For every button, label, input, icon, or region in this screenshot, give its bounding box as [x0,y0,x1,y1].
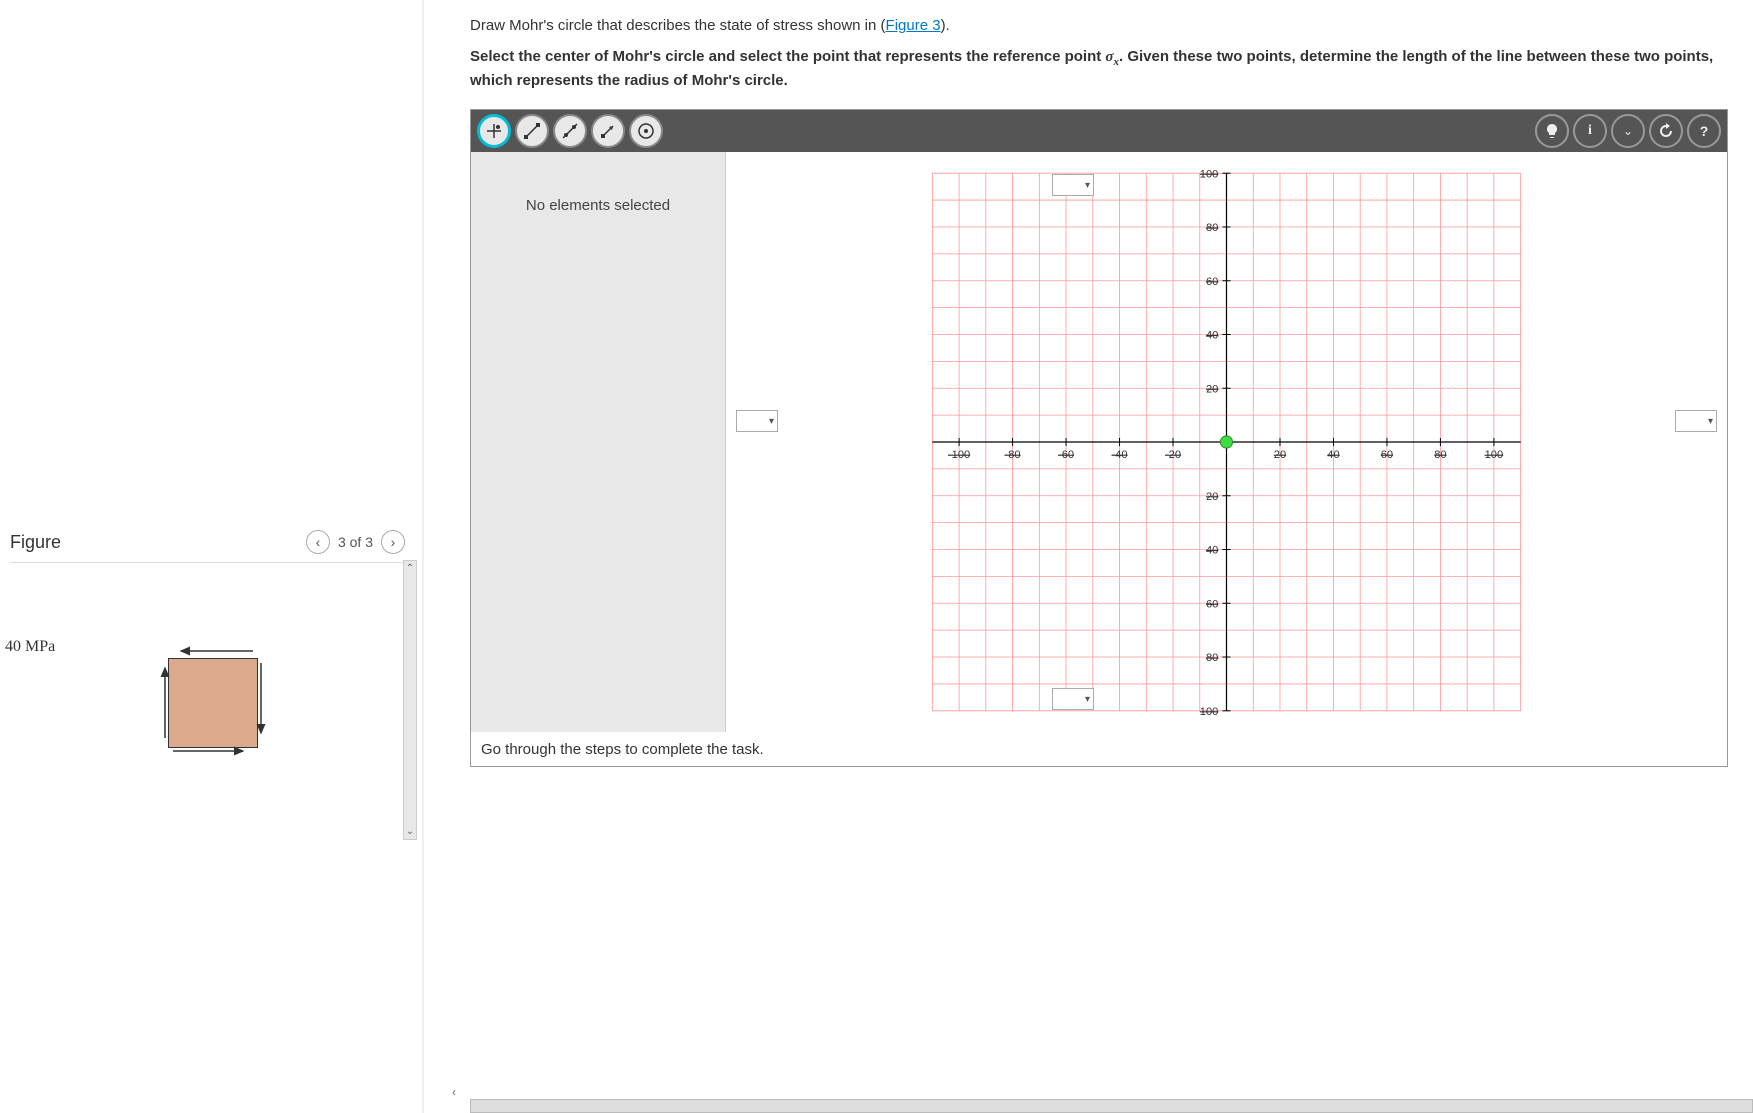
add-line-tool[interactable] [553,114,587,148]
x-left-dropdown[interactable] [736,410,778,432]
collapse-button[interactable]: ‹ [452,1085,456,1099]
svg-text:100: 100 [1200,706,1219,718]
svg-text:80: 80 [1206,222,1218,234]
svg-text:80: 80 [1206,652,1218,664]
svg-text:20: 20 [1206,491,1218,503]
bold-instruction: Select the center of Mohr's circle and s… [470,46,1728,91]
svg-text:-100: -100 [948,450,970,462]
add-vector-tool[interactable] [591,114,625,148]
hint-icon[interactable] [1535,114,1569,148]
figure-link[interactable]: Figure 3 [886,17,941,34]
svg-text:60: 60 [1206,276,1218,288]
figure-title: Figure [10,532,61,553]
add-point-tool[interactable] [477,114,511,148]
left-tool-group [477,114,663,148]
mohr-graph[interactable]: -100 -80 -60 -40 -20 20 40 60 80 100 100 80 60 40 20 20… [732,158,1721,726]
svg-text:-80: -80 [1005,450,1021,462]
left-panel: Figure ‹ 3 of 3 › 40 MPa [0,0,425,1113]
bottom-scrollbar[interactable] [470,1099,1753,1113]
add-circle-tool[interactable] [629,114,663,148]
svg-text:100: 100 [1200,169,1219,181]
stress-arrows [143,633,283,763]
svg-text:40: 40 [1206,330,1218,342]
instruction-text: Draw Mohr's circle that describes the st… [470,15,1728,36]
workspace: No elements selected -100 -80 -60 -40 -20 20 4… [471,152,1727,732]
figure-next-button[interactable]: › [381,530,405,554]
hint-text: Go through the steps to complete the tas… [481,741,764,758]
help-icon[interactable]: ? [1687,114,1721,148]
dropdown-icon[interactable]: ⌄ [1611,114,1645,148]
left-scrollbar[interactable]: ⌃ ⌄ [403,560,417,840]
svg-text:20: 20 [1206,384,1218,396]
info-icon[interactable]: i [1573,114,1607,148]
stress-magnitude-label: 40 MPa [5,638,55,656]
graph-area[interactable]: -100 -80 -60 -40 -20 20 40 60 80 100 100 80 60 40 20 20… [726,152,1727,732]
add-segment-tool[interactable] [515,114,549,148]
svg-text:60: 60 [1206,599,1218,611]
svg-text:-60: -60 [1058,450,1074,462]
right-tool-group: i ⌄ ? [1535,114,1721,148]
scroll-up-caret[interactable]: ⌃ [406,563,414,574]
selection-panel: No elements selected [471,152,726,732]
figure-header: Figure ‹ 3 of 3 › [10,530,415,563]
y-bottom-dropdown[interactable] [1052,688,1094,710]
y-top-dropdown[interactable] [1052,174,1094,196]
svg-text:40: 40 [1327,450,1339,462]
figure-nav: ‹ 3 of 3 › [306,530,405,554]
figure-content: 40 MPa [10,653,415,753]
svg-text:40: 40 [1206,545,1218,557]
svg-text:-40: -40 [1111,450,1127,462]
hint-bar: Go through the steps to complete the tas… [471,732,1727,766]
figure-prev-button[interactable]: ‹ [306,530,330,554]
svg-text:80: 80 [1434,450,1446,462]
stress-element [163,653,263,753]
figure-counter: 3 of 3 [338,534,373,550]
toolbar: i ⌄ ? [471,110,1727,152]
panel-divider [422,0,424,1113]
tool-frame: i ⌄ ? No elements selected -100 -80 -60 -40… [470,109,1728,767]
x-right-dropdown[interactable] [1675,410,1717,432]
svg-text:60: 60 [1381,450,1393,462]
scroll-down-caret[interactable]: ⌄ [406,826,414,837]
svg-text:100: 100 [1485,450,1504,462]
right-panel: Draw Mohr's circle that describes the st… [425,0,1753,1113]
reset-icon[interactable] [1649,114,1683,148]
selection-text: No elements selected [526,197,670,214]
svg-text:-20: -20 [1165,450,1181,462]
svg-text:20: 20 [1274,450,1286,462]
